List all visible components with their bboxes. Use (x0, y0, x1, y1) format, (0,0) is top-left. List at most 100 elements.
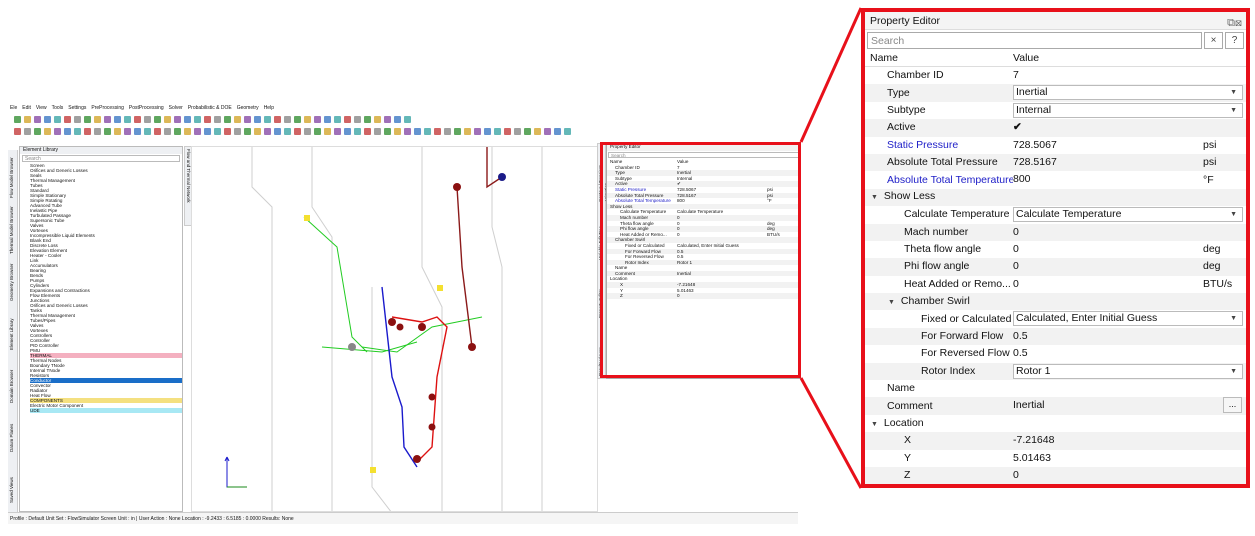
column-header: Name Value (865, 50, 1246, 67)
property-value-cell[interactable]: 0 (1013, 224, 1203, 241)
property-row[interactable]: Calculate Temperature Calculate Temperatu… (865, 206, 1246, 223)
property-value-cell[interactable]: 0.5 (1013, 328, 1203, 345)
property-value-cell[interactable]: -7.21648 (1013, 432, 1203, 449)
property-value: 0 (1013, 260, 1019, 273)
property-row[interactable]: Chamber ID 7 (865, 67, 1246, 84)
property-name-cell: Active (865, 119, 1013, 136)
property-value: 800 (1013, 173, 1031, 186)
property-dropdown[interactable]: Calculate Temperature ▼ (1013, 207, 1243, 223)
property-row[interactable]: Fixed or Calculated Calculated, Enter Ini… (865, 310, 1246, 327)
property-editor-titlebar: Property Editor ⧉⊠ (865, 12, 1246, 30)
property-row[interactable]: Phi flow angle 0 deg (865, 258, 1246, 276)
property-unit: psi (1203, 138, 1217, 151)
dropdown-value: Inertial (1016, 86, 1048, 99)
property-row[interactable]: Rotor Index Rotor 1 ▼ (865, 362, 1246, 381)
property-value: 0 (1013, 225, 1019, 238)
property-value-cell[interactable]: 5.01463 (1013, 450, 1203, 467)
property-rows: Chamber ID 7 Type Inertial ▼ Subtype Internal ▼… (865, 67, 1246, 485)
property-name-cell: Absolute Total Pressure (865, 154, 1013, 171)
property-name-cell: Phi flow angle (865, 258, 1013, 275)
window-float-close-icon[interactable]: ⧉⊠ (1227, 14, 1242, 32)
property-value-cell[interactable]: Calculated, Enter Initial Guess ▼ (1013, 310, 1243, 327)
property-row[interactable]: ▼ Chamber Swirl (865, 293, 1246, 311)
property-name-cell: ▼ Chamber Swirl (865, 293, 1013, 311)
property-row[interactable]: Active ✔ (865, 119, 1246, 137)
property-value-cell[interactable]: 0 (1013, 276, 1203, 293)
property-value: -7.21648 (1013, 434, 1055, 447)
property-value: 0.5 (1013, 347, 1028, 360)
dropdown-arrow-icon: ▼ (1230, 315, 1237, 323)
property-name: Type (887, 86, 910, 99)
property-row[interactable]: Absolute Total Temperature 800 °F (865, 171, 1246, 188)
property-dropdown[interactable]: Rotor 1 ▼ (1013, 363, 1243, 379)
property-row[interactable]: Name (865, 380, 1246, 397)
column-value: Value (1013, 52, 1040, 64)
ellipsis-button[interactable]: ... (1223, 397, 1242, 414)
property-row[interactable]: Subtype Internal ▼ (865, 102, 1246, 119)
property-value-cell[interactable]: ✔ (1013, 119, 1203, 136)
property-row[interactable]: Absolute Total Pressure 728.5167 psi (865, 153, 1246, 172)
property-name-cell: Type (865, 85, 1013, 102)
property-name: Comment (887, 399, 933, 412)
property-value-cell[interactable]: 0 (1013, 241, 1203, 258)
property-value: 0 (1013, 277, 1019, 290)
property-row[interactable]: ▼ Location (865, 415, 1246, 432)
property-row[interactable]: Comment Inertial... (865, 397, 1246, 415)
property-row[interactable]: For Forward Flow 0.5 (865, 327, 1246, 346)
property-row[interactable]: ▼ Show Less (865, 188, 1246, 207)
property-name: Calculate Temperature (904, 208, 1010, 221)
property-value: 7 (1013, 69, 1019, 81)
search-input[interactable]: Search (867, 32, 1202, 49)
property-unit: deg (1203, 243, 1221, 256)
property-value-cell[interactable] (1013, 380, 1203, 397)
property-unit: °F (1203, 173, 1214, 186)
property-name: Show Less (883, 190, 936, 203)
property-name-cell: Static Pressure (865, 137, 1013, 154)
property-value-cell[interactable]: Inertial... (1013, 397, 1242, 414)
search-row: Search × ? (865, 30, 1246, 50)
property-name: Subtype (887, 103, 926, 116)
chevron-down-icon[interactable]: ▼ (871, 189, 881, 206)
active-checkbox[interactable]: ✔ (1013, 121, 1022, 133)
property-row[interactable]: Theta flow angle 0 deg (865, 241, 1246, 258)
clear-search-button[interactable]: × (1204, 32, 1223, 49)
property-dropdown[interactable]: Calculated, Enter Initial Guess ▼ (1013, 311, 1243, 327)
property-row[interactable]: Type Inertial ▼ (865, 84, 1246, 102)
property-name: Fixed or Calculated (921, 312, 1012, 325)
property-value-cell[interactable]: 7 (1013, 67, 1203, 84)
property-name-cell: Theta flow angle (865, 241, 1013, 258)
property-value-cell (1013, 293, 1203, 310)
property-value-cell[interactable]: 728.5067 (1013, 137, 1203, 154)
property-row[interactable]: Mach number 0 (865, 223, 1246, 241)
property-name: Mach number (904, 225, 969, 238)
property-value-cell[interactable]: Inertial ▼ (1013, 84, 1243, 101)
chevron-down-icon[interactable]: ▼ (888, 294, 898, 311)
property-name: Location (883, 416, 924, 429)
property-name-cell: For Forward Flow (865, 328, 1013, 345)
property-value-cell[interactable]: 0 (1013, 467, 1203, 484)
property-value: 5.01463 (1013, 451, 1051, 464)
property-row[interactable]: For Reversed Flow 0.5 (865, 345, 1246, 362)
property-row[interactable]: Static Pressure 728.5067 psi (865, 137, 1246, 154)
property-row[interactable]: Heat Added or Remo... 0 BTU/s (865, 276, 1246, 293)
property-row[interactable]: X -7.21648 (865, 432, 1246, 450)
property-name: Chamber ID (887, 69, 944, 82)
property-value-cell[interactable]: 800 (1013, 171, 1203, 188)
property-value-cell[interactable]: 0.5 (1013, 345, 1203, 362)
property-value-cell[interactable]: Rotor 1 ▼ (1013, 363, 1243, 380)
property-name: Absolute Total Temperature (887, 173, 1013, 186)
property-dropdown[interactable]: Internal ▼ (1013, 102, 1243, 118)
property-dropdown[interactable]: Inertial ▼ (1013, 85, 1243, 101)
property-value: 728.5167 (1013, 155, 1057, 168)
help-button[interactable]: ? (1225, 32, 1244, 49)
property-value-cell[interactable]: 0 (1013, 258, 1203, 275)
property-unit: psi (1203, 156, 1217, 169)
property-name-cell: Rotor Index (865, 363, 1013, 380)
property-row[interactable]: Y 5.01463 (865, 450, 1246, 467)
chevron-down-icon[interactable]: ▼ (871, 416, 881, 433)
property-value-cell[interactable]: Calculate Temperature ▼ (1013, 206, 1243, 223)
property-value-cell[interactable]: 728.5167 (1013, 154, 1203, 171)
property-row[interactable]: Z0 (865, 466, 1246, 485)
dropdown-arrow-icon: ▼ (1230, 89, 1237, 97)
property-value-cell[interactable]: Internal ▼ (1013, 102, 1243, 119)
